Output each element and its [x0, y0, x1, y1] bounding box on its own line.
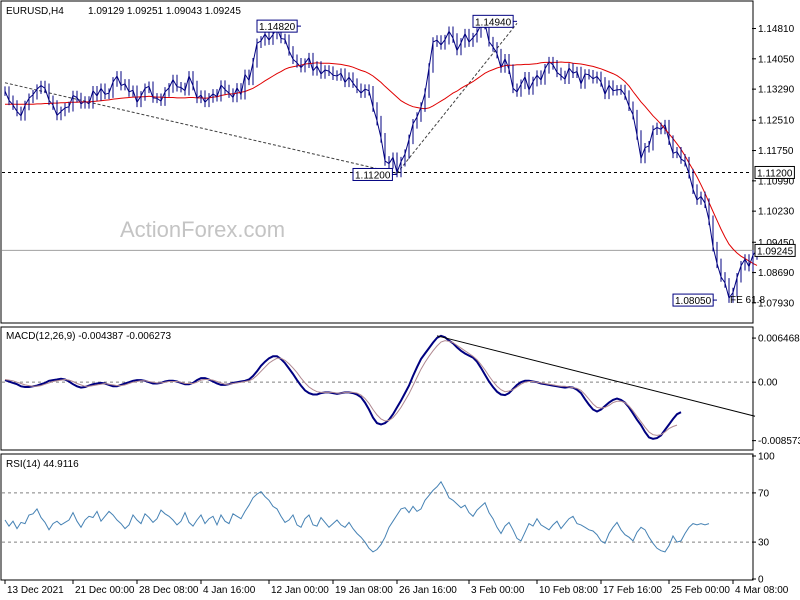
series-line — [4, 334, 682, 440]
level-label: 1.11200 — [757, 168, 793, 179]
y-tick-label: -0.008573 — [758, 436, 800, 447]
y-tick-label: 100 — [758, 452, 775, 463]
macd-panel-frame — [0, 326, 754, 451]
y-tick-label: 1.12510 — [758, 116, 795, 127]
rsi-layer: 100 70 30 0 — [2, 452, 775, 586]
swing-label: 1.08050 — [675, 296, 712, 307]
x-tick-label: 26 Jan 16:00 — [399, 585, 457, 596]
x-tick-label: 21 Dec 00:00 — [75, 585, 135, 596]
watermark-text: ActionForex.com — [120, 217, 285, 242]
price-panel-ohlc: 1.09129 1.09251 1.09043 1.09245 — [88, 6, 241, 17]
y-tick-label: 0.00 — [758, 378, 778, 389]
x-tick-label: 10 Feb 08:00 — [539, 585, 598, 596]
y-tick-label: 70 — [758, 488, 770, 499]
series-line — [4, 340, 678, 436]
x-tick-label: 28 Dec 08:00 — [139, 585, 199, 596]
price-panel-title: EURUSD,H4 — [6, 6, 64, 17]
y-tick-label: 1.10230 — [758, 207, 795, 218]
current-price-label: 1.09245 — [757, 246, 794, 257]
x-tick-label: 3 Feb 00:00 — [471, 585, 525, 596]
rsi-panel-frame — [0, 453, 754, 581]
y-tick-label: 0 — [758, 575, 764, 586]
series-line — [4, 22, 758, 300]
y-tick-label: 1.13290 — [758, 85, 795, 96]
series-line — [5, 61, 758, 266]
price-panel-frame — [0, 0, 754, 324]
swing-label: 1.11200 — [355, 170, 391, 181]
chart-root: ActionForex.com EURUSD,H4 1.09129 1.0925… — [0, 0, 800, 596]
series-line — [4, 480, 710, 553]
x-tick-label: 17 Feb 16:00 — [603, 585, 662, 596]
x-axis: 13 Dec 2021 21 Dec 00:00 28 Dec 08:00 4 Jan… — [4, 580, 789, 596]
x-tick-label: 25 Feb 00:00 — [671, 585, 730, 596]
fe-label: FE 61.8 — [730, 295, 765, 306]
y-tick-label: 30 — [758, 538, 770, 549]
price-layer: 1.148101.140501.132901.125101.117501.109… — [2, 14, 796, 309]
y-tick-label: 1.14050 — [758, 54, 795, 65]
macd-layer: 0.006468 0.00 -0.008573 — [2, 334, 800, 447]
swing-label: 1.14820 — [259, 22, 296, 33]
x-tick-label: 4 Mar 08:00 — [735, 585, 789, 596]
x-tick-label: 19 Jan 08:00 — [335, 585, 393, 596]
x-tick-label: 13 Dec 2021 — [7, 585, 64, 596]
y-tick-label: 0.006468 — [758, 334, 800, 345]
y-tick-label: 1.08690 — [758, 268, 795, 279]
x-tick-label: 12 Jan 00:00 — [271, 585, 329, 596]
swing-label: 1.14940 — [475, 17, 512, 28]
macd-panel-title: MACD(12,26,9) -0.004387 -0.006273 — [6, 331, 172, 342]
y-tick-label: 1.14810 — [758, 24, 795, 35]
y-tick-label: 1.11750 — [758, 146, 794, 157]
x-tick-label: 4 Jan 16:00 — [203, 585, 256, 596]
rsi-panel-title: RSI(14) 44.9116 — [6, 459, 79, 470]
